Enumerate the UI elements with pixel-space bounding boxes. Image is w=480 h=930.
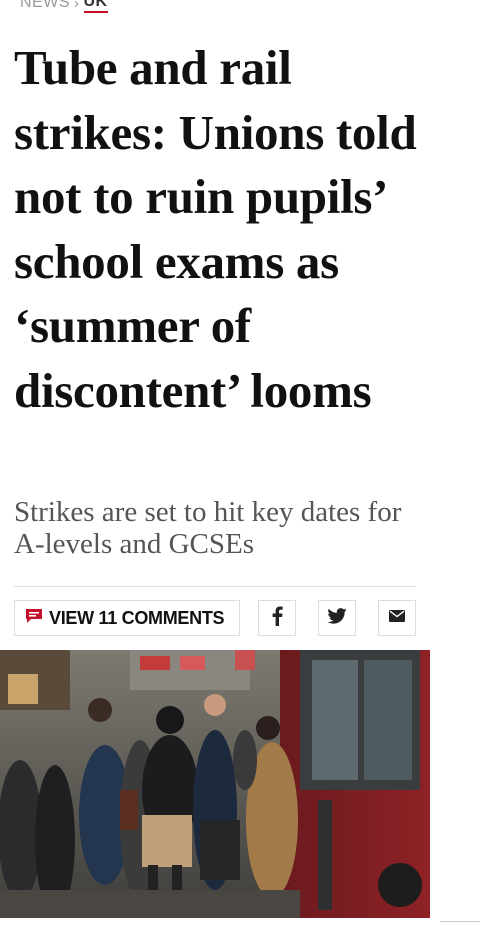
- divider: [14, 586, 416, 587]
- view-comments-label: VIEW 11 COMMENTS: [49, 607, 225, 628]
- breadcrumb-separator: ›: [74, 0, 80, 12]
- article-headline: Tube and rail strikes: Unions told not t…: [14, 40, 417, 418]
- bottom-divider: [440, 921, 480, 922]
- breadcrumb-uk-link[interactable]: UK: [83, 0, 108, 13]
- email-share-button[interactable]: [378, 600, 416, 636]
- twitter-icon: [327, 607, 347, 629]
- envelope-icon: [389, 609, 405, 627]
- view-comments-button[interactable]: VIEW 11 COMMENTS: [14, 600, 240, 636]
- article-standfirst: Strikes are set to hit key dates for A-l…: [14, 496, 402, 560]
- facebook-share-button[interactable]: [258, 600, 296, 636]
- breadcrumb-news-link[interactable]: NEWS: [20, 0, 70, 12]
- twitter-share-button[interactable]: [318, 600, 356, 636]
- breadcrumb: NEWS › UK: [20, 0, 108, 14]
- bottom-strip: [0, 918, 480, 930]
- article-lead-image: [0, 650, 430, 918]
- comment-icon: [25, 608, 43, 629]
- facebook-icon: [271, 606, 283, 631]
